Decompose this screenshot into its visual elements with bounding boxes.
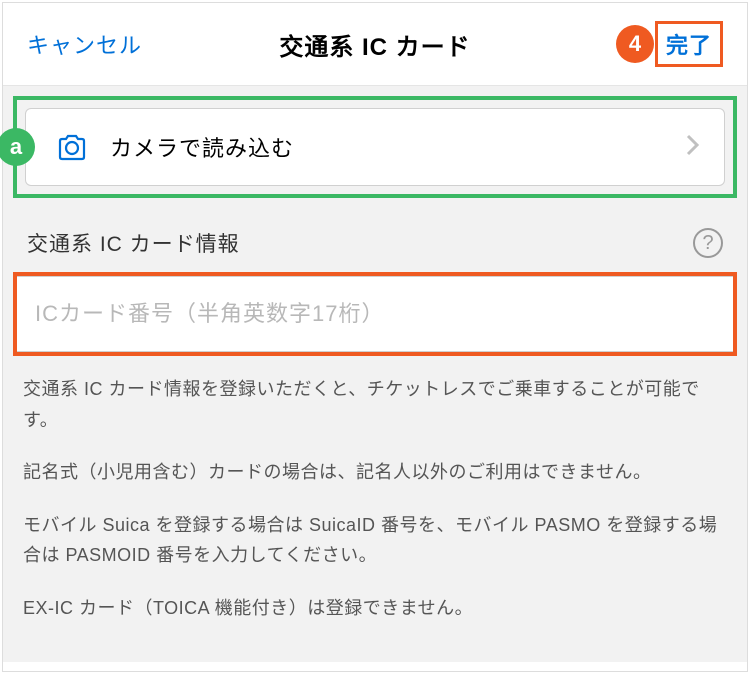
card-number-row [17,276,733,352]
camera-icon [56,133,88,161]
description-para-3: モバイル Suica を登録する場合は SuicaID 番号を、モバイル PAS… [23,510,727,571]
done-button[interactable]: 完了 [666,28,712,60]
input-highlight-box [13,272,737,356]
done-button-highlight: 4 完了 [655,21,723,67]
camera-highlight-box: a カメラで読み込む [13,96,737,198]
description-para-4: EX-IC カード（TOICA 機能付き）は登録できません。 [23,593,727,624]
description-text: 交通系 IC カード情報を登録いただくと、チケットレスでご乗車することが可能です… [3,356,747,642]
card-number-input[interactable] [35,301,715,327]
page-title: 交通系 IC カード [279,27,470,62]
description-para-1: 交通系 IC カード情報を登録いただくと、チケットレスでご乗車することが可能です… [23,374,727,435]
description-para-2: 記名式（小児用含む）カードの場合は、記名人以外のご利用はできません。 [23,457,727,488]
screen-container: キャンセル 交通系 IC カード 4 完了 a カメラで読み込む [2,2,748,672]
input-section [3,272,747,356]
navigation-header: キャンセル 交通系 IC カード 4 完了 [3,3,747,86]
chevron-right-icon [686,132,700,163]
content-area: a カメラで読み込む 交通系 IC カード情報 ? [3,86,747,662]
ic-card-info-section-header: 交通系 IC カード情報 ? [3,208,747,272]
cancel-button[interactable]: キャンセル [27,28,142,60]
camera-scan-label: カメラで読み込む [110,131,686,163]
camera-section: a カメラで読み込む [3,86,747,208]
ic-card-info-title: 交通系 IC カード情報 [27,228,240,258]
help-icon[interactable]: ? [693,228,723,258]
camera-scan-row[interactable]: カメラで読み込む [25,108,725,186]
step-badge-4: 4 [616,25,654,63]
